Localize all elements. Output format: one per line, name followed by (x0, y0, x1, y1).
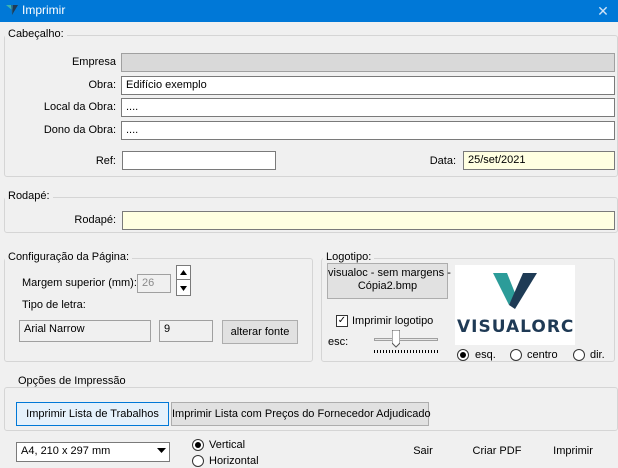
slider-ticks (374, 350, 438, 353)
date-field[interactable]: 25/set/2021 (463, 151, 615, 170)
print-work-list-button[interactable]: Imprimir Lista de Trabalhos (16, 402, 169, 426)
paper-size-value: A4, 210 x 297 mm (21, 445, 111, 457)
scale-slider[interactable] (370, 330, 442, 356)
font-type-label: Tipo de letra: (22, 299, 86, 311)
footer-legend: Rodapé: (5, 190, 53, 202)
close-icon[interactable]: ✕ (588, 0, 618, 22)
align-centro-label: centro (527, 349, 558, 361)
slider-thumb-icon[interactable] (392, 330, 400, 348)
orientation-vertical-radio[interactable] (192, 439, 204, 451)
margin-stepper[interactable] (176, 265, 191, 296)
logo-file-button-line1: visualoc - sem margens - (328, 267, 451, 279)
stepper-up-icon[interactable] (177, 266, 190, 280)
orientation-horizontal-label: Horizontal (209, 455, 259, 467)
obra-label: Obra: (88, 79, 116, 91)
empresa-field[interactable] (121, 53, 615, 72)
obra-field[interactable]: Edifício exemplo (121, 76, 615, 95)
align-centro-radio[interactable] (510, 349, 522, 361)
font-size-field: 9 (159, 320, 213, 342)
dono-field[interactable]: .... (121, 121, 615, 140)
logo-file-button-line2: Cópia2.bmp (357, 280, 418, 292)
font-name-field: Arial Narrow (19, 320, 151, 342)
title-bar: Imprimir ✕ (0, 0, 618, 22)
header-legend: Cabeçalho: (5, 28, 67, 40)
stepper-down-icon[interactable] (177, 281, 190, 295)
align-esq-label: esq. (475, 349, 496, 361)
page-config-legend: Configuração da Página: (5, 251, 133, 263)
margin-field[interactable]: 26 (137, 274, 171, 293)
window-title: Imprimir (22, 3, 66, 17)
local-label: Local da Obra: (43, 101, 116, 113)
data-label: Data: (429, 155, 456, 167)
ref-field[interactable] (122, 151, 276, 170)
local-field[interactable]: .... (121, 98, 615, 117)
margin-label: Margem superior (mm): (22, 277, 137, 289)
print-logo-label: Imprimir logotipo (352, 315, 434, 327)
logo-legend: Logotipo: (323, 251, 375, 263)
esc-label: esc: (328, 336, 349, 348)
chevron-down-icon[interactable] (157, 448, 166, 454)
print-button[interactable]: Imprimir (545, 444, 601, 458)
create-pdf-button[interactable]: Criar PDF (468, 444, 526, 458)
print-supplier-prices-button[interactable]: Imprimir Lista com Preços do Fornecedor … (171, 402, 431, 426)
ref-label: Ref: (95, 155, 116, 167)
company-logo: VISUALORC (455, 265, 575, 345)
empresa-label: Empresa (71, 56, 116, 68)
logo-mark-icon (493, 273, 537, 309)
logo-text: VISUALORC (457, 317, 575, 337)
align-dir-radio[interactable] (573, 349, 585, 361)
print-options-legend: Opções de Impressão (15, 375, 129, 387)
paper-size-select[interactable]: A4, 210 x 297 mm (16, 442, 170, 462)
dono-label: Dono da Obra: (43, 124, 116, 136)
slider-track (374, 338, 438, 341)
orientation-vertical-label: Vertical (209, 439, 246, 451)
align-dir-label: dir. (590, 349, 605, 361)
app-logo-icon (6, 5, 18, 15)
logo-file-button[interactable]: visualoc - sem margens - Cópia2.bmp (327, 263, 451, 299)
print-logo-checkbox[interactable]: ✓ (336, 315, 348, 327)
exit-button[interactable]: Sair (400, 444, 446, 458)
align-esq-radio[interactable] (457, 349, 469, 361)
change-font-button[interactable]: alterar fonte (222, 320, 298, 344)
rodape-field[interactable] (122, 211, 615, 230)
rodape-label: Rodapé: (74, 214, 116, 226)
orientation-horizontal-radio[interactable] (192, 455, 204, 467)
